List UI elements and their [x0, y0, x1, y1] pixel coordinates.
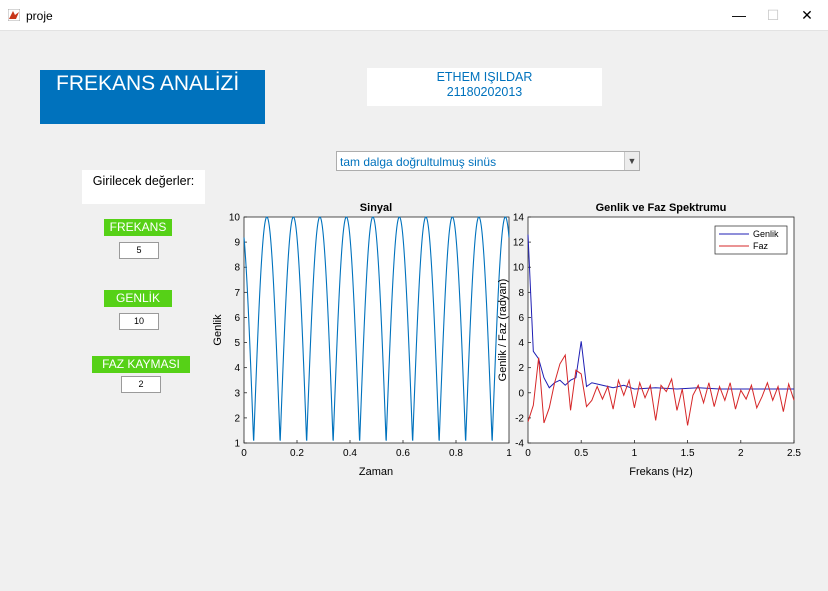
signal-xtick-label: 0 — [241, 448, 247, 459]
signal-xtick-label: 1 — [506, 448, 512, 459]
signal-xtick-label: 0.8 — [449, 448, 463, 459]
signal-ytick-label: 2 — [234, 413, 240, 424]
spectrum-xlabel: Frekans (Hz) — [629, 466, 693, 478]
signal-plot-area — [243, 216, 510, 444]
signal-xtick-label: 0.4 — [343, 448, 357, 459]
spectrum-ytick-label: -4 — [515, 439, 524, 450]
signal-ytick-label: 4 — [234, 363, 240, 374]
spectrum-legend: Genlik Faz — [714, 225, 788, 255]
signal-xlabel: Zaman — [359, 466, 393, 478]
signal-ytick-label: 9 — [234, 238, 240, 249]
signal-chart-title: Sinyal — [360, 202, 392, 214]
spectrum-xtick-label: 2 — [738, 448, 744, 459]
signal-ytick-label: 3 — [234, 388, 240, 399]
spectrum-xtick-label: 1 — [632, 448, 638, 459]
signal-ylabel: Genlik — [212, 314, 224, 346]
signal-xtick-label: 0.2 — [290, 448, 304, 459]
signal-chart: Sinyal Zaman Genlik 0 0.2 0.4 0.6 0.8 1 1 2 3 4 5 6… — [212, 202, 512, 478]
signal-ytick-label: 10 — [229, 213, 241, 224]
signal-ytick-label: 8 — [234, 263, 240, 274]
signal-ytick-label: 6 — [234, 313, 240, 324]
spectrum-xtick-label: 2.5 — [787, 448, 801, 459]
spectrum-ytick-label: 8 — [518, 288, 524, 299]
legend-genlik-label: Genlik — [753, 229, 779, 239]
spectrum-ytick-label: 6 — [518, 313, 524, 324]
signal-ytick-label: 5 — [234, 338, 240, 349]
spectrum-ytick-label: 0 — [518, 388, 524, 399]
charts-canvas: Sinyal Zaman Genlik 0 0.2 0.4 0.6 0.8 1123456… — [212, 202, 801, 478]
spectrum-ylabel: Genlik / Faz (radyan) — [497, 279, 509, 382]
spectrum-xtick-label: 0.5 — [574, 448, 588, 459]
spectrum-ytick-label: 4 — [518, 338, 524, 349]
signal-ytick-label: 1 — [234, 439, 240, 450]
spectrum-xtick-label: 0 — [525, 448, 531, 459]
signal-ytick-label: 7 — [234, 288, 240, 299]
spectrum-ytick-label: 12 — [513, 238, 525, 249]
spectrum-chart-title: Genlik ve Faz Spektrumu — [596, 202, 727, 214]
spectrum-ytick-label: 14 — [513, 213, 525, 224]
spectrum-xtick-label: 1.5 — [681, 448, 695, 459]
signal-xtick-label: 0.6 — [396, 448, 410, 459]
spectrum-chart: Genlik ve Faz Spektrumu Frekans (Hz) Gen… — [497, 202, 801, 478]
spectrum-ytick-label: 2 — [518, 363, 524, 374]
spectrum-ytick-label: -2 — [515, 413, 524, 424]
legend-faz-label: Faz — [753, 241, 769, 251]
spectrum-ytick-label: 10 — [513, 263, 525, 274]
